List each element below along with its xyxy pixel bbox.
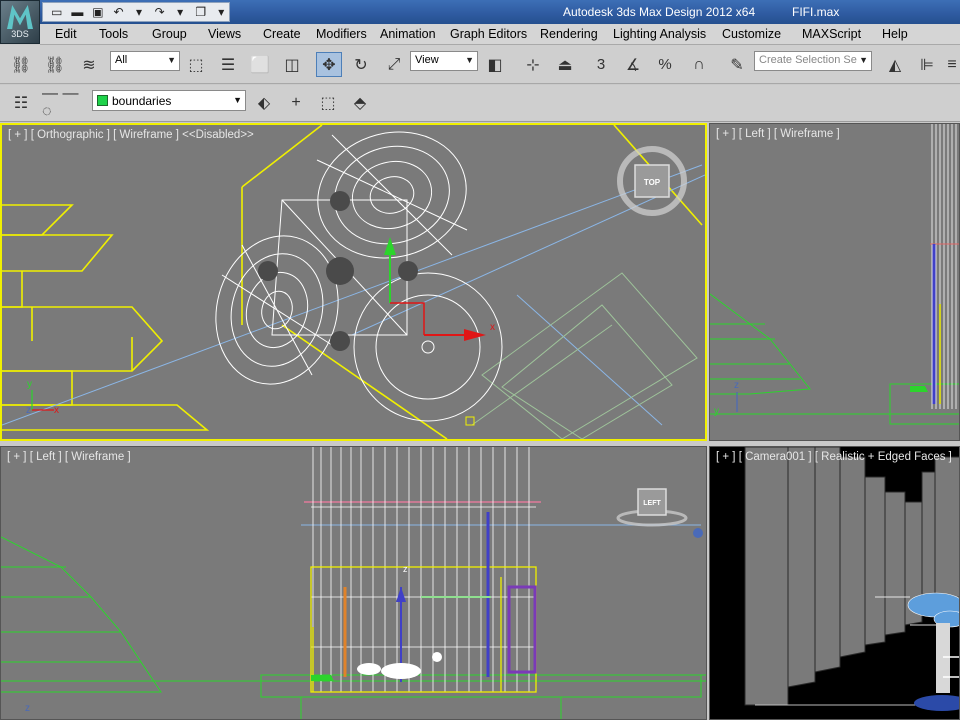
viewport-orthographic-label[interactable]: [ + ] [ Orthographic ] [ Wireframe ] <<D… bbox=[8, 129, 254, 141]
select-and-scale-icon[interactable]: ⤢ bbox=[381, 52, 407, 77]
project-folder-icon[interactable]: ❐ bbox=[193, 5, 209, 19]
chevron-down-icon: ▼ bbox=[233, 95, 242, 105]
mirror-icon[interactable]: ◭ bbox=[882, 52, 908, 77]
undo-icon[interactable]: ↶ bbox=[111, 5, 127, 19]
app-logo-text: 3DS bbox=[11, 29, 29, 39]
open-file-icon[interactable]: ▬ bbox=[70, 5, 86, 19]
menu-lighting-analysis[interactable]: Lighting Analysis bbox=[613, 27, 706, 41]
world-axis-z-label: z bbox=[26, 405, 31, 416]
use-pivot-center-icon[interactable]: ◧ bbox=[482, 52, 508, 77]
reference-coordinate-dropdown[interactable]: View ▼ bbox=[410, 51, 478, 71]
select-and-link-icon[interactable]: ⛓ bbox=[8, 52, 34, 77]
layer-color-swatch bbox=[97, 95, 108, 106]
viewport-left-small-label[interactable]: [ + ] [ Left ] [ Wireframe ] bbox=[716, 128, 840, 140]
reference-coordinate-value: View bbox=[415, 54, 439, 66]
bind-to-space-warp-icon[interactable]: ≋ bbox=[76, 52, 102, 77]
menu-modifiers[interactable]: Modifiers bbox=[316, 27, 367, 41]
menu-group[interactable]: Group bbox=[152, 27, 187, 41]
select-object-icon[interactable]: ⬚ bbox=[183, 52, 209, 77]
menu-edit[interactable]: Edit bbox=[55, 27, 77, 41]
select-and-rotate-icon[interactable]: ↻ bbox=[348, 52, 374, 77]
layer-manager-icon[interactable]: ☷ bbox=[8, 90, 34, 115]
left-large-gizmo-z-label: z bbox=[403, 564, 408, 574]
menu-tools[interactable]: Tools bbox=[99, 27, 128, 41]
redo-dropdown-icon[interactable]: ▾ bbox=[172, 5, 188, 19]
menu-help[interactable]: Help bbox=[882, 27, 908, 41]
redo-icon[interactable]: ↷ bbox=[152, 5, 168, 19]
selection-filter-dropdown[interactable]: All ▼ bbox=[110, 51, 180, 71]
application-button[interactable]: 3DS bbox=[0, 0, 40, 44]
viewcube-left-icon[interactable]: LEFT bbox=[616, 488, 688, 527]
quick-access-toolbar: ▭ ▬ ▣ ↶ ▾ ↷ ▾ ❐ ▾ bbox=[42, 2, 230, 22]
window-file-name: FIFI.max bbox=[792, 5, 840, 19]
chevron-down-icon: ▼ bbox=[167, 55, 176, 65]
percent-snap-value: % bbox=[658, 56, 672, 73]
select-manipulate-icon[interactable]: ⊹ bbox=[520, 52, 546, 77]
snap-mode-value: 3 bbox=[596, 56, 606, 73]
layer-visibility-icon[interactable]: — — ◌ bbox=[42, 85, 90, 120]
gizmo-x-label: x bbox=[490, 322, 495, 333]
named-selection-set-input[interactable]: Create Selection Se ▼ bbox=[754, 51, 872, 71]
snaps-toggle-icon[interactable]: 3 bbox=[588, 52, 614, 77]
chevron-down-icon: ▼ bbox=[465, 55, 474, 65]
rectangular-selection-icon[interactable]: ⬜ bbox=[247, 52, 273, 77]
window-title: Autodesk 3ds Max Design 2012 x64 bbox=[563, 5, 756, 19]
viewport-left-large-label[interactable]: [ + ] [ Left ] [ Wireframe ] bbox=[7, 451, 131, 463]
viewport-camera-label[interactable]: [ + ] [ Camera001 ] [ Realistic + Edged … bbox=[716, 451, 952, 463]
add-to-layer-icon[interactable]: + bbox=[283, 90, 309, 115]
unlink-selection-icon[interactable]: ⛓ bbox=[42, 52, 68, 77]
spinner-snap-icon[interactable]: ∩ bbox=[686, 52, 712, 77]
set-current-layer-icon[interactable]: ⬘ bbox=[347, 90, 373, 115]
world-axis-y-label: y bbox=[27, 379, 32, 390]
left-small-wireframe-scene: z y bbox=[710, 124, 959, 425]
current-layer-dropdown[interactable]: boundaries ▼ bbox=[92, 90, 246, 111]
align-icon[interactable]: ⊫ bbox=[914, 52, 940, 77]
menu-customize[interactable]: Customize bbox=[722, 27, 781, 41]
left-small-axis-z-label: z bbox=[734, 380, 739, 391]
max-logo-icon bbox=[7, 5, 33, 29]
save-file-icon[interactable]: ▣ bbox=[90, 5, 106, 19]
menu-maxscript[interactable]: MAXScript bbox=[802, 27, 861, 41]
camera-shaded-scene bbox=[744, 447, 959, 711]
select-and-move-icon[interactable]: ✥ bbox=[316, 52, 342, 77]
undo-dropdown-icon[interactable]: ▾ bbox=[131, 5, 147, 19]
keyboard-shortcut-override-icon[interactable]: ⏏ bbox=[552, 52, 578, 77]
window-crossing-icon[interactable]: ◫ bbox=[279, 52, 305, 77]
world-axis-x-label: x bbox=[54, 405, 59, 416]
title-bar: ▭ ▬ ▣ ↶ ▾ ↷ ▾ ❐ ▾ Autodesk 3ds Max Desig… bbox=[0, 0, 960, 24]
viewcube-top-label: TOP bbox=[644, 178, 661, 187]
selection-filter-value: All bbox=[115, 54, 128, 66]
layer-manager-icon[interactable]: ≡ bbox=[944, 52, 960, 77]
select-by-name-icon[interactable]: ☰ bbox=[215, 52, 241, 77]
percent-snap-icon[interactable]: % bbox=[652, 52, 678, 77]
create-new-layer-icon[interactable]: ⬖ bbox=[251, 90, 277, 115]
viewport-left-large[interactable]: [ + ] [ Left ] [ Wireframe ] LEFT z z bbox=[0, 446, 707, 720]
left-large-wireframe-scene: LEFT z z bbox=[1, 447, 706, 719]
menu-graph-editors[interactable]: Graph Editors bbox=[450, 27, 527, 41]
menu-bar: Edit Tools Group Views Create Modifiers … bbox=[40, 24, 960, 45]
main-toolbar: ⛓ ⛓ ≋ All ▼ ⬚ ☰ ⬜ ◫ ✥ ↻ ⤢ View ▼ ◧ ⊹ ⏏ 3… bbox=[0, 45, 960, 84]
select-layer-objects-icon[interactable]: ⬚ bbox=[315, 90, 341, 115]
viewcube-top-icon[interactable]: TOP bbox=[617, 146, 687, 216]
menu-create[interactable]: Create bbox=[263, 27, 301, 41]
named-selection-placeholder: Create Selection Se bbox=[759, 54, 857, 66]
angle-snap-icon[interactable]: ∡ bbox=[620, 52, 646, 77]
viewcube-left-label: LEFT bbox=[643, 500, 661, 507]
layers-toolbar: ☷ — — ◌ boundaries ▼ ⬖ + ⬚ ⬘ bbox=[0, 85, 960, 122]
viewport-left-small[interactable]: [ + ] [ Left ] [ Wireframe ] z y bbox=[709, 123, 960, 441]
menu-rendering[interactable]: Rendering bbox=[540, 27, 598, 41]
edit-named-selection-icon[interactable]: ✎ bbox=[724, 52, 750, 77]
new-file-icon[interactable]: ▭ bbox=[49, 5, 65, 19]
menu-animation[interactable]: Animation bbox=[380, 27, 436, 41]
menu-views[interactable]: Views bbox=[208, 27, 241, 41]
left-small-axis-y-label: y bbox=[714, 406, 719, 417]
current-layer-name: boundaries bbox=[112, 94, 172, 108]
left-large-axis-z-label: z bbox=[25, 703, 30, 714]
chevron-down-icon: ▼ bbox=[859, 55, 868, 65]
viewport-orthographic[interactable]: [ + ] [ Orthographic ] [ Wireframe ] <<D… bbox=[0, 123, 707, 441]
viewport-camera[interactable]: [ + ] [ Camera001 ] [ Realistic + Edged … bbox=[709, 446, 960, 720]
qat-customize-icon[interactable]: ▾ bbox=[214, 5, 230, 19]
orthographic-wireframe-scene: x y x z TOP bbox=[2, 125, 705, 439]
